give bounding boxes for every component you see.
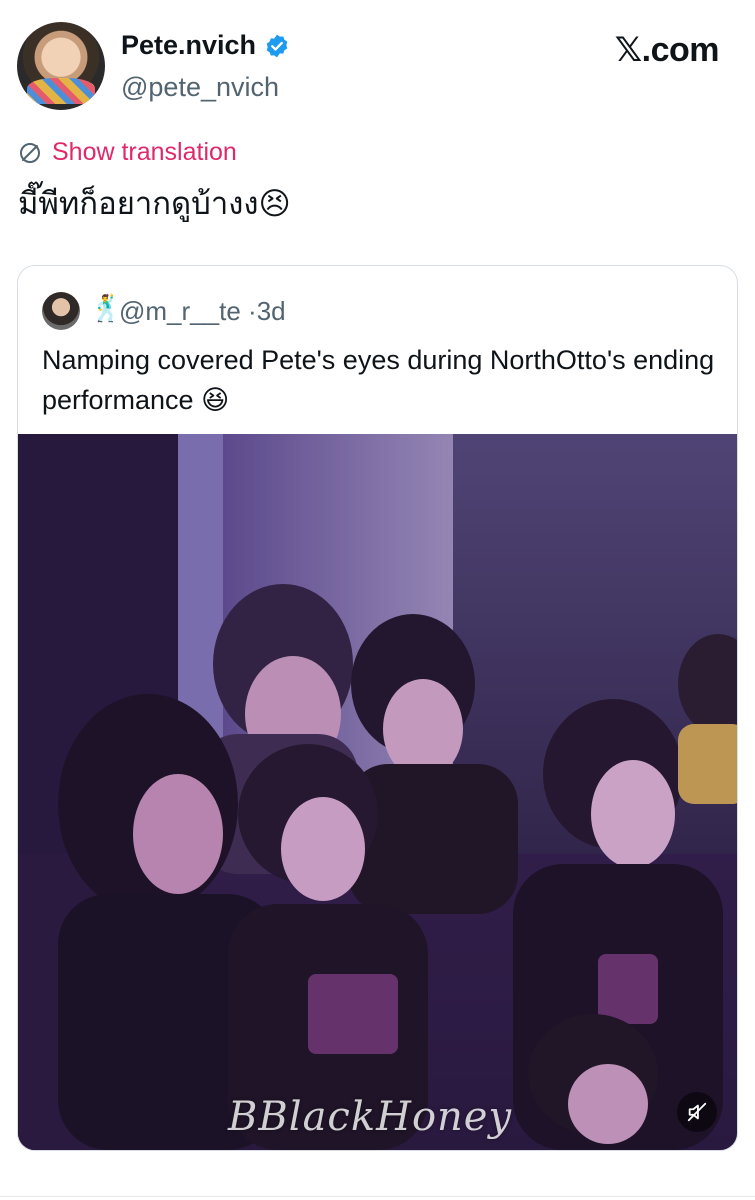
quoted-tweet-card[interactable]: 🕺 @m_r__te ·3d Namping covered Pete's ey… (17, 265, 738, 1151)
show-translation-label: Show translation (52, 138, 237, 166)
quoted-video[interactable]: BBlackHoney (18, 434, 737, 1150)
translate-icon (20, 142, 40, 163)
meta-separator: · (248, 296, 257, 326)
author-name[interactable]: Pete.nvich (121, 30, 256, 61)
speaker-muted-icon (687, 1102, 707, 1122)
video-watermark: BBlackHoney (228, 1094, 513, 1140)
author-avatar[interactable] (17, 22, 105, 110)
mute-button[interactable] (677, 1092, 717, 1132)
quoted-author-avatar[interactable] (42, 292, 80, 330)
quoted-author-emoji: 🕺 (90, 293, 123, 323)
author-handle[interactable]: @pete_nvich (121, 72, 279, 103)
quoted-time: 3d (256, 296, 286, 326)
bottom-divider (0, 1196, 755, 1197)
quoted-handle[interactable]: @m_r__te (119, 296, 241, 326)
author-name-row[interactable]: Pete.nvich (121, 30, 290, 61)
verified-badge-icon (266, 34, 288, 57)
quoted-text: Namping covered Pete's eyes during North… (42, 345, 715, 415)
tweet-text: มี๊พีทก็อยากดูบ้างง😣 (18, 186, 291, 222)
avatar-scarf (27, 78, 95, 104)
show-translation-link[interactable]: Show translation (18, 138, 237, 167)
quoted-author-meta[interactable]: @m_r__te ·3d (119, 296, 286, 327)
video-frame (18, 434, 737, 1150)
x-logo: 𝕏.com (614, 31, 720, 69)
